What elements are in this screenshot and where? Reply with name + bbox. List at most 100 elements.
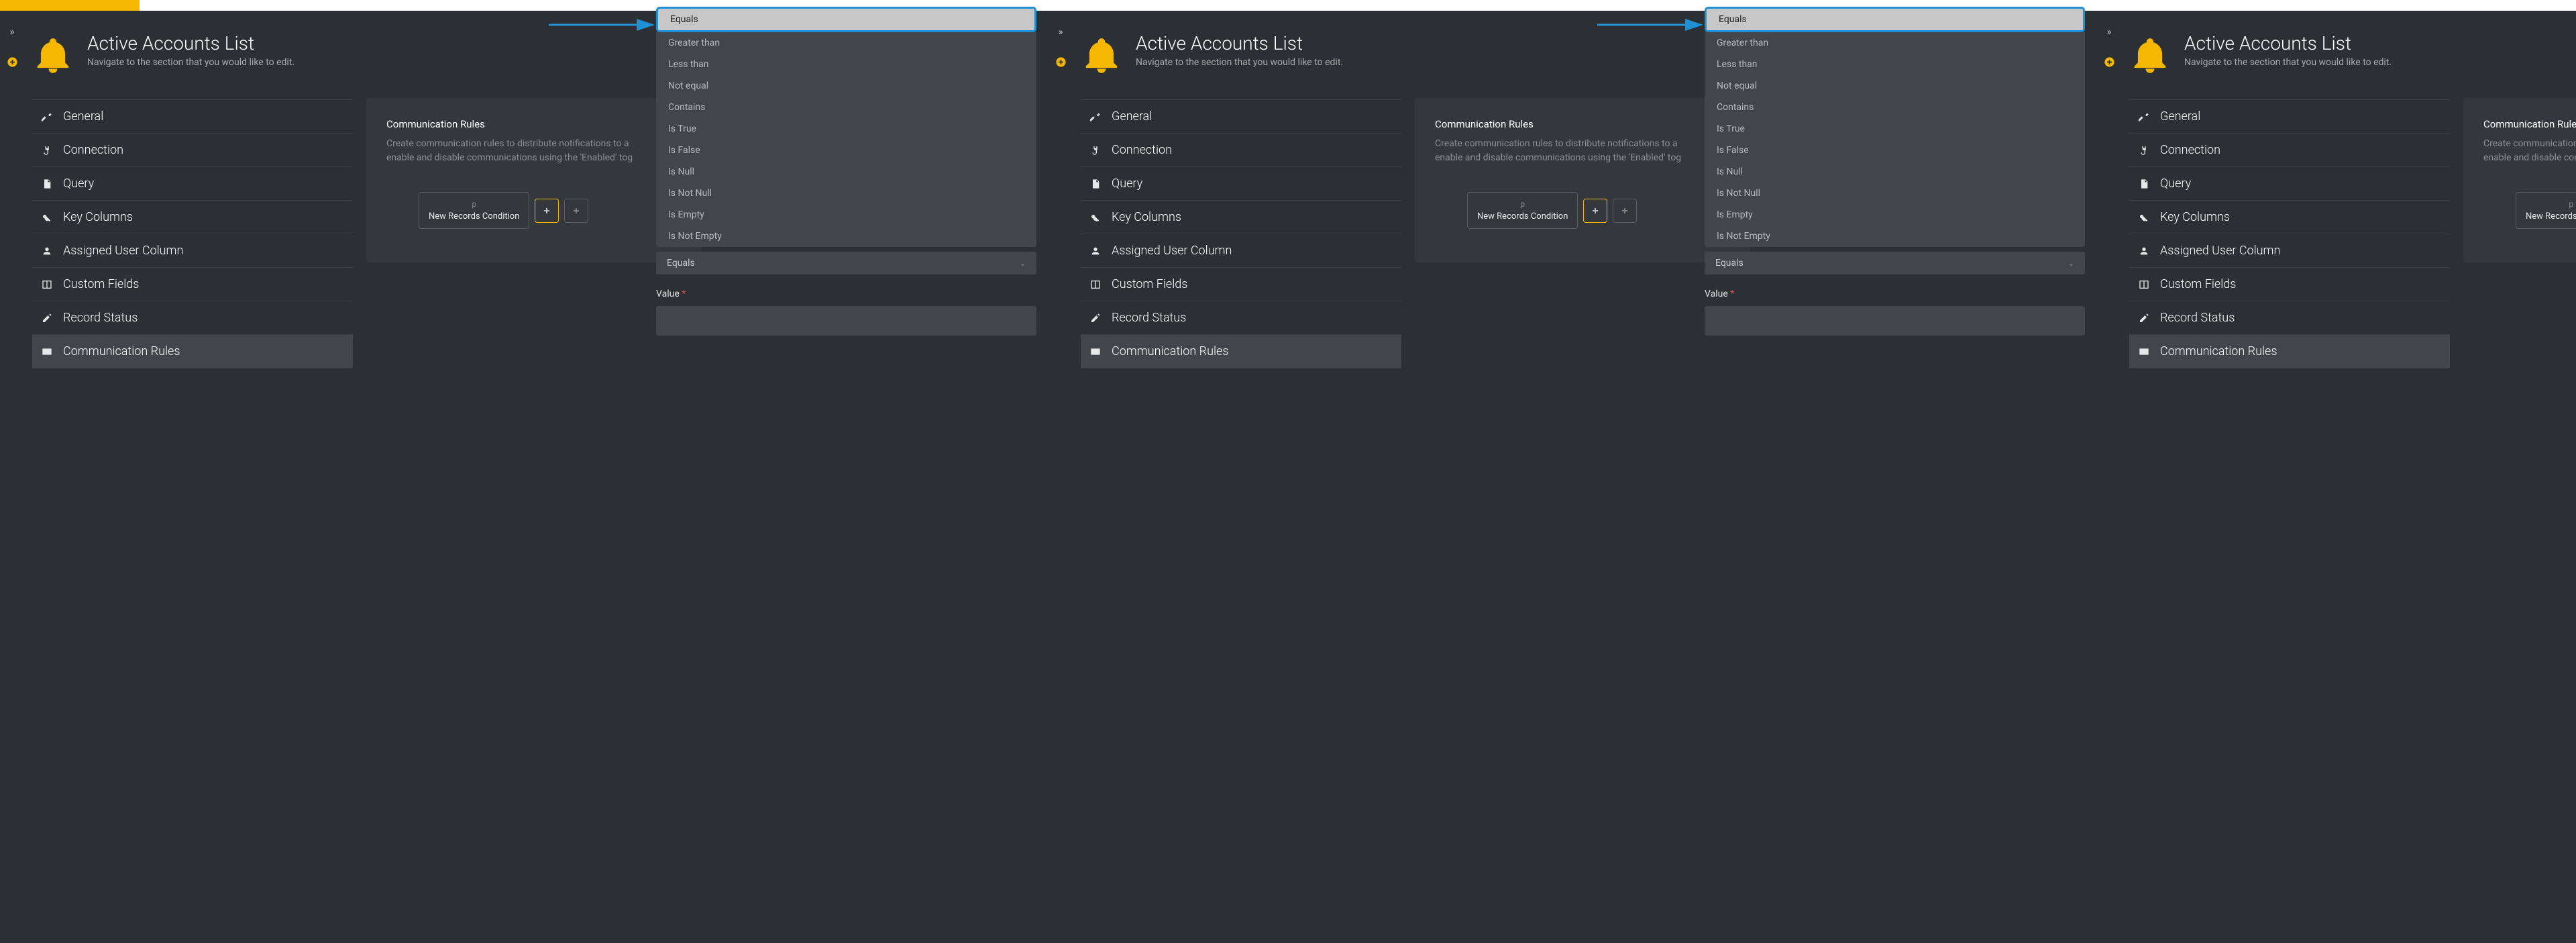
nav-communication-rules[interactable]: Communication Rules [32, 334, 353, 368]
nav-custom-fields[interactable]: Custom Fields [32, 267, 353, 301]
page-title: Active Accounts List [1136, 32, 1343, 54]
dropdown-option[interactable]: Is True [656, 118, 1036, 140]
nav-key-columns[interactable]: Key Columns [2129, 200, 2450, 234]
nav-custom-fields[interactable]: Custom Fields [2129, 267, 2450, 301]
dropdown-option[interactable]: Less than [1705, 54, 2085, 75]
dropdown-option[interactable]: Is Not Empty [656, 226, 1036, 247]
nav-connection[interactable]: Connection [32, 133, 353, 166]
expand-icon[interactable]: » [1058, 26, 1063, 38]
nav-label: General [2160, 109, 2200, 123]
dropdown-option[interactable]: Is False [656, 140, 1036, 161]
dropdown-selected[interactable]: Equals [1705, 7, 2085, 32]
condition-chip[interactable]: p New Records Condition [419, 192, 529, 229]
nav-record-status[interactable]: Record Status [2129, 301, 2450, 334]
nav-label: Communication Rules [1112, 344, 1228, 358]
operator-dropdown[interactable]: Equals Greater than Less than Not equal … [656, 7, 1036, 247]
nav-query[interactable]: Query [1081, 166, 1401, 200]
nav-query[interactable]: Query [32, 166, 353, 200]
nav-record-status[interactable]: Record Status [32, 301, 353, 334]
nav-communication-rules[interactable]: Communication Rules [1081, 334, 1401, 368]
nav-assigned-user[interactable]: Assigned User Column [32, 234, 353, 267]
value-input[interactable] [1705, 306, 2085, 336]
condition-chip[interactable]: p New Records Condition [2516, 192, 2576, 229]
add-group-button[interactable] [564, 199, 588, 223]
dropdown-option[interactable]: Not equal [1705, 75, 2085, 97]
operator-select[interactable]: Equals ⌄ [656, 252, 1036, 275]
expand-icon[interactable]: » [9, 26, 14, 38]
nav-assigned-user[interactable]: Assigned User Column [1081, 234, 1401, 267]
nav-assigned-user[interactable]: Assigned User Column [2129, 234, 2450, 267]
operator-dropdown[interactable]: Equals Greater than Less than Not equal … [1705, 7, 2085, 247]
columns-icon [2139, 279, 2152, 290]
nav-general[interactable]: General [1081, 99, 1401, 133]
nav-record-status[interactable]: Record Status [1081, 301, 1401, 334]
nav-label: Record Status [1112, 311, 1186, 325]
add-icon[interactable] [7, 56, 18, 68]
dropdown-option[interactable]: Is Empty [1705, 204, 2085, 226]
nav-communication-rules[interactable]: Communication Rules [2129, 334, 2450, 368]
dropdown-option[interactable]: Is Null [656, 161, 1036, 183]
brand-chip [0, 0, 140, 11]
nav-connection[interactable]: Connection [2129, 133, 2450, 166]
left-rail: » [0, 11, 24, 943]
dropdown-option[interactable]: Is Not Null [656, 183, 1036, 204]
add-icon[interactable] [2104, 56, 2115, 68]
dropdown-option[interactable]: Greater than [1705, 32, 2085, 54]
value-input[interactable] [656, 306, 1036, 336]
value-field-block: Value * [1705, 289, 2085, 336]
plug-icon [42, 145, 55, 156]
dropdown-option[interactable]: Greater than [656, 32, 1036, 54]
nav-label: Assigned User Column [63, 244, 183, 258]
dropdown-option[interactable]: Contains [656, 97, 1036, 118]
dropdown-option[interactable]: Is False [1705, 140, 2085, 161]
bell-icon [1081, 32, 1122, 79]
bell-icon [32, 32, 74, 79]
dropdown-selected[interactable]: Equals [656, 7, 1036, 32]
operator-select[interactable]: Equals ⌄ [1705, 252, 2085, 275]
page-title: Active Accounts List [87, 32, 294, 54]
wrench-icon [42, 111, 55, 122]
dropdown-option[interactable]: Not equal [656, 75, 1036, 97]
dropdown-option[interactable]: Contains [1705, 97, 2085, 118]
dropdown-option[interactable]: Is True [1705, 118, 2085, 140]
dropdown-option[interactable]: Is Empty [656, 204, 1036, 226]
dropdown-option[interactable]: Less than [656, 54, 1036, 75]
add-condition-button[interactable] [535, 199, 559, 223]
condition-chip[interactable]: p New Records Condition [1467, 192, 1578, 229]
expand-icon[interactable]: » [2106, 26, 2111, 38]
nav-label: Assigned User Column [1112, 244, 1232, 258]
panel-title: Communication Rules [386, 118, 682, 130]
columns-icon [42, 279, 55, 290]
page-subtitle: Navigate to the section that you would l… [1136, 57, 1343, 68]
add-condition-button[interactable] [1583, 199, 1607, 223]
panel-desc: Create communication rules to distribute… [386, 137, 682, 165]
nav-label: Query [63, 177, 94, 191]
select-value: Equals [1715, 258, 1743, 268]
nav-query[interactable]: Query [2129, 166, 2450, 200]
chip-label: New Records Condition [1477, 211, 1568, 221]
add-icon[interactable] [1055, 56, 1067, 68]
plug-icon [1090, 145, 1104, 156]
value-label: Value * [1705, 289, 2085, 299]
plug-icon [2139, 145, 2152, 156]
nav-general[interactable]: General [2129, 99, 2450, 133]
panel-desc: Create communication rules to distribute… [2483, 137, 2576, 165]
edit-icon [1090, 313, 1104, 324]
nav-custom-fields[interactable]: Custom Fields [1081, 267, 1401, 301]
dropdown-list: Greater than Less than Not equal Contain… [1705, 32, 2085, 247]
nav-key-columns[interactable]: Key Columns [1081, 200, 1401, 234]
required-indicator: * [1730, 289, 1734, 299]
required-indicator: * [682, 289, 686, 299]
page-header: Active Accounts List Navigate to the sec… [2129, 32, 2576, 79]
dropdown-option[interactable]: Is Not Null [1705, 183, 2085, 204]
dropdown-option[interactable]: Is Null [1705, 161, 2085, 183]
section-nav: General Connection Query Key Columns Ass… [2129, 99, 2450, 368]
nav-connection[interactable]: Connection [1081, 133, 1401, 166]
select-value: Equals [667, 258, 695, 268]
dropdown-option[interactable]: Is Not Empty [1705, 226, 2085, 247]
add-group-button[interactable] [1613, 199, 1637, 223]
nav-general[interactable]: General [32, 99, 353, 133]
nav-key-columns[interactable]: Key Columns [32, 200, 353, 234]
bell-icon [2129, 32, 2171, 79]
file-icon [42, 179, 55, 189]
